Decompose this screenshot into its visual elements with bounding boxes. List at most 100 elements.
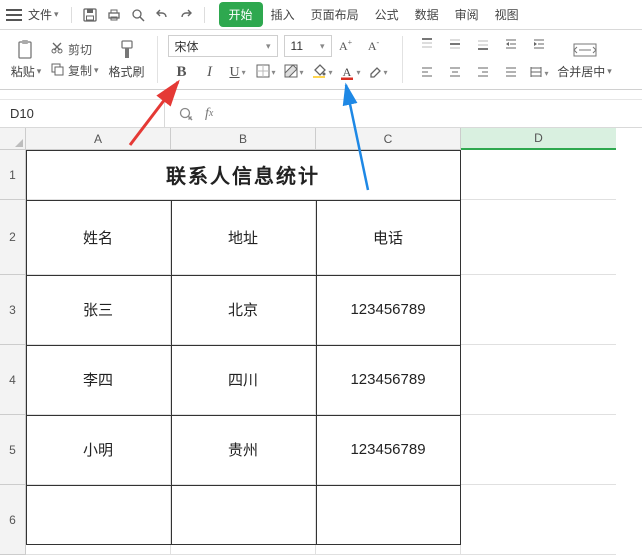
borders-button[interactable] [254,61,278,85]
row-header-6[interactable]: 6 [0,485,26,555]
font-name-value: 宋体 [175,38,199,55]
row-header-2[interactable]: 2 [0,200,26,275]
cell-c5[interactable]: 123456789 [316,415,461,485]
ribbon-tabs: 开始 插入 页面布局 公式 数据 审阅 视图 [219,1,527,28]
paste-button[interactable]: 粘贴▾ [6,39,46,80]
bucket-icon [311,63,327,82]
chevron-down-icon: ▾ [37,66,42,77]
ribbon: 粘贴▾ 剪切 复制▾ 格式刷 宋体 ▾ [0,30,642,90]
col-header-b[interactable]: B [171,128,316,150]
tab-page-layout[interactable]: 页面布局 [303,1,367,28]
cell-d3[interactable] [461,275,616,345]
tab-insert[interactable]: 插入 [263,1,303,28]
justify-icon [504,65,518,82]
font-color-icon: A [339,65,355,81]
underline-button[interactable]: U [226,61,250,85]
col-header-d[interactable]: D [461,128,616,150]
distribute-icon [529,65,543,82]
cell-c4[interactable]: 123456789 [316,345,461,415]
chevron-down-icon: ▾ [607,66,612,77]
copy-icon [50,62,64,79]
merge-center-button[interactable]: 合并居中▾ [557,39,613,80]
indent-decrease-icon [504,37,518,54]
row-header-1[interactable]: 1 [0,150,26,200]
file-menu[interactable]: 文件 ▾ [28,6,59,23]
tab-start[interactable]: 开始 [219,2,263,27]
indent-decrease-button[interactable] [499,34,523,58]
indent-increase-icon [532,37,546,54]
col-header-a[interactable]: A [26,128,171,150]
decrease-font-icon: A- [368,38,379,54]
eraser-icon [368,64,382,81]
undo-icon[interactable] [155,8,169,22]
formula-bar: D10 fx [0,100,642,128]
cell-style-button[interactable] [282,61,306,85]
cell-a5[interactable]: 小明 [26,415,171,485]
cell-c3[interactable]: 123456789 [316,275,461,345]
cell-a3[interactable]: 张三 [26,275,171,345]
redo-icon[interactable] [179,8,193,22]
justify-button[interactable] [499,62,523,86]
merge-icon [574,39,596,61]
cut-label: 剪切 [68,41,92,58]
spreadsheet-grid: A B C D 1 2 3 4 5 6 联系人信息统计 姓名 地址 电话 张三 … [0,128,642,555]
cell-c6[interactable] [316,485,461,555]
cell-a4[interactable]: 李四 [26,345,171,415]
copy-label: 复制 [68,62,92,79]
format-painter-label: 格式刷 [109,63,145,80]
font-name-select[interactable]: 宋体 ▾ [168,35,278,57]
align-left-button[interactable] [415,62,439,86]
align-right-button[interactable] [471,62,495,86]
align-middle-button[interactable] [443,34,467,58]
row-header-4[interactable]: 4 [0,345,26,415]
font-color-button[interactable]: A [338,61,362,85]
tab-view[interactable]: 视图 [487,1,527,28]
tab-review[interactable]: 审阅 [447,1,487,28]
fill-color-button[interactable] [310,61,334,85]
file-menu-label: 文件 [28,6,52,23]
increase-font-button[interactable]: A+ [334,34,358,58]
select-all-button[interactable] [0,128,26,150]
clear-format-button[interactable] [366,61,390,85]
cell-d2[interactable] [461,200,616,275]
cell-a6[interactable] [26,485,171,555]
cell-d5[interactable] [461,415,616,485]
fx-icon[interactable]: fx [205,106,213,122]
cell-b2[interactable]: 地址 [171,200,316,275]
cell-d4[interactable] [461,345,616,415]
font-size-select[interactable]: 11 ▾ [284,35,332,57]
indent-increase-button[interactable] [527,34,551,58]
cut-button[interactable]: 剪切 [50,41,99,58]
cell-b4[interactable]: 四川 [171,345,316,415]
save-icon[interactable] [83,8,97,22]
cell-b3[interactable]: 北京 [171,275,316,345]
print-preview-icon[interactable] [131,8,145,22]
format-painter-button[interactable]: 格式刷 [107,39,147,80]
col-header-c[interactable]: C [316,128,461,150]
align-top-button[interactable] [415,34,439,58]
italic-button[interactable]: I [198,61,222,85]
increase-font-icon: A+ [339,38,352,54]
cell-c2[interactable]: 电话 [316,200,461,275]
decrease-font-button[interactable]: A- [362,34,386,58]
name-box[interactable]: D10 [0,100,165,128]
cancel-formula-icon[interactable] [179,107,193,121]
cell-a1-merged[interactable]: 联系人信息统计 [26,150,461,200]
tab-data[interactable]: 数据 [407,1,447,28]
menu-icon[interactable] [6,9,22,21]
row-header-3[interactable]: 3 [0,275,26,345]
print-icon[interactable] [107,8,121,22]
cell-a2[interactable]: 姓名 [26,200,171,275]
cell-d1[interactable] [461,150,616,200]
distribute-button[interactable] [527,62,551,86]
tab-formula[interactable]: 公式 [367,1,407,28]
align-center-button[interactable] [443,62,467,86]
bold-button[interactable]: B [170,61,194,85]
row-header-5[interactable]: 5 [0,415,26,485]
cell-d6[interactable] [461,485,616,555]
align-bottom-button[interactable] [471,34,495,58]
column-headers: A B C D [26,128,642,150]
cell-b5[interactable]: 贵州 [171,415,316,485]
copy-button[interactable]: 复制▾ [50,62,99,79]
cell-b6[interactable] [171,485,316,555]
